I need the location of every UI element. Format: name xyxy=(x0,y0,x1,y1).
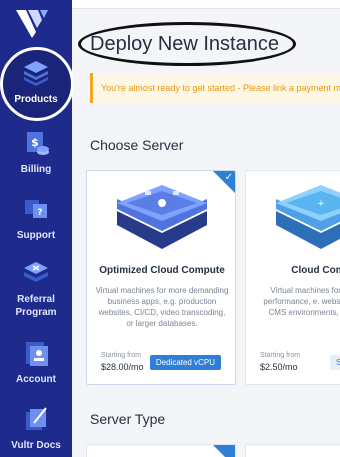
server-type-card[interactable] xyxy=(245,444,340,457)
starting-from-label: Starting from xyxy=(260,352,301,359)
card-price: $28.00/mo xyxy=(101,362,144,372)
sidebar-item-label: Support xyxy=(16,230,56,241)
selected-corner xyxy=(213,445,235,457)
page-title: Deploy New Instance xyxy=(90,33,279,55)
sidebar-item-label-line1: Referral xyxy=(17,294,55,305)
sidebar-item-support[interactable]: ? Support xyxy=(0,194,72,242)
billing-icon: $ xyxy=(27,132,49,155)
layers-icon xyxy=(24,61,48,86)
sidebar-item-label: Products xyxy=(14,94,58,105)
card-price: $2.50/mo xyxy=(260,362,298,372)
sidebar-item-docs[interactable]: Vultr Docs xyxy=(0,404,72,452)
server-type-card[interactable] xyxy=(86,444,236,457)
shared-vcpu-badge[interactable]: Sh xyxy=(330,355,340,370)
choose-server-heading: Choose Server xyxy=(90,137,184,153)
support-icon: ? xyxy=(25,200,47,218)
top-bar xyxy=(72,0,340,9)
server-illustration-icon xyxy=(117,185,207,249)
sidebar-item-label: Vultr Docs xyxy=(11,440,61,451)
referral-icon xyxy=(24,262,48,282)
card-title: Cloud Comp xyxy=(291,265,340,276)
vultr-logo-icon[interactable] xyxy=(14,6,58,40)
sidebar-item-referral[interactable]: Referral Program xyxy=(0,258,72,319)
card-title: Optimized Cloud Compute xyxy=(99,265,225,276)
sidebar-item-label: Billing xyxy=(20,164,52,175)
sidebar: Products $ Billing ? Support Referral Pr… xyxy=(0,0,74,457)
main-content: Deploy New Instance You're almost ready … xyxy=(72,0,340,457)
account-icon xyxy=(26,342,48,366)
svg-text:+: + xyxy=(317,199,325,209)
server-type-heading: Server Type xyxy=(90,411,166,427)
payment-alert[interactable]: You're almost ready to get started - Ple… xyxy=(90,73,340,103)
card-description: Virtual machines for more demanding busi… xyxy=(95,286,229,328)
starting-from-label: Starting from xyxy=(101,352,142,359)
dedicated-vcpu-badge[interactable]: Dedicated vCPU xyxy=(149,355,221,370)
sidebar-item-label-line2: Program xyxy=(15,307,57,318)
sidebar-item-label: Account xyxy=(16,374,56,385)
docs-icon xyxy=(26,407,47,430)
svg-text:$: $ xyxy=(31,136,39,149)
card-description: Virtual machines for a bursty performanc… xyxy=(263,286,340,317)
sidebar-item-billing[interactable]: $ Billing xyxy=(0,128,72,176)
server-illustration-icon: + xyxy=(276,185,340,249)
sidebar-item-account[interactable]: Account xyxy=(0,338,72,386)
svg-text:?: ? xyxy=(37,208,42,218)
server-card-cloud-compute[interactable]: + Cloud Comp Virtual machines for a burs… xyxy=(245,170,340,385)
sidebar-item-products[interactable]: Products xyxy=(0,58,72,106)
server-card-optimized[interactable]: ✓ Optimized Cloud Compute Virtual machin… xyxy=(86,170,236,385)
